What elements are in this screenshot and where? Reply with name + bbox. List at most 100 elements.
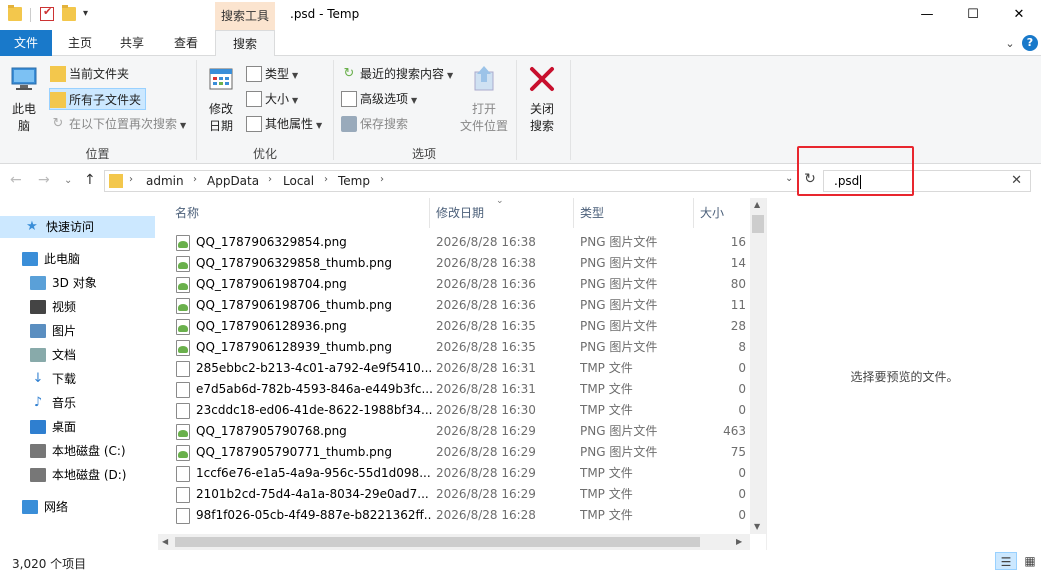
ribbon-collapse-chevron-icon[interactable]: ⌄ — [1003, 37, 1017, 51]
tab-file[interactable]: 文件 — [0, 30, 52, 56]
this-pc-button[interactable]: 此电 脑 — [8, 64, 40, 135]
large-icons-view-icon[interactable]: ▦ — [1019, 552, 1041, 570]
advanced-options-button[interactable]: 高级选项 ▼ — [341, 88, 417, 110]
date-modified-label: 修改 日期 — [208, 102, 233, 133]
clear-search-icon[interactable]: ✕ — [1011, 173, 1022, 188]
file-row[interactable]: QQ_1787906198706_thumb.png 2026/8/28 16:3… — [158, 295, 748, 316]
nav-item[interactable]: ♪ 音乐 — [0, 392, 155, 414]
scroll-up-arrow-icon[interactable]: ▲ — [754, 200, 760, 209]
file-row[interactable]: QQ_1787906128936.png 2026/8/28 16:35 PNG 图… — [158, 316, 748, 337]
recent-searches-button[interactable]: ↻ 最近的搜索内容 ▼ — [341, 63, 454, 85]
file-name: QQ_1787905790768.png — [196, 424, 347, 438]
file-size: 0 — [738, 403, 746, 417]
file-date: 2026/8/28 16:30 — [436, 403, 536, 417]
close-search-button[interactable]: 关闭 搜索 — [522, 64, 562, 135]
address-dropdown-chevron-icon[interactable]: ⌄ — [785, 173, 793, 184]
breadcrumb-admin[interactable]: admin — [146, 174, 184, 188]
advanced-options-label: 高级选项 — [360, 92, 409, 106]
nav-item[interactable]: 本地磁盘 (D:) — [0, 464, 155, 486]
horizontal-scroll-thumb[interactable] — [175, 537, 700, 547]
file-row[interactable]: e7d5ab6d-782b-4593-846a-e449b3fc... 2026/… — [158, 379, 748, 400]
breadcrumb-temp[interactable]: Temp — [338, 174, 370, 188]
search-again-in-button[interactable]: ↻ 在以下位置再次搜索 ▼ — [50, 113, 187, 135]
vertical-scrollbar[interactable]: ▲ ▼ — [750, 198, 766, 534]
forward-arrow-icon[interactable]: → — [38, 172, 50, 188]
column-header-name[interactable]: 名称 — [175, 198, 199, 228]
refresh-icon[interactable]: ↻ — [800, 171, 820, 191]
file-row[interactable]: 1ccf6e76-e1a5-4a9a-956c-55d1d098... 2026/… — [158, 463, 748, 484]
breadcrumb-appdata[interactable]: AppData — [207, 174, 259, 188]
size-dropdown-icon: ▼ — [292, 96, 299, 105]
search-again-icon: ↻ — [52, 115, 64, 131]
date-modified-button[interactable]: 修改 日期 — [202, 64, 240, 135]
back-arrow-icon[interactable]: ← — [10, 172, 22, 188]
vertical-scroll-thumb[interactable] — [752, 215, 764, 233]
tab-share[interactable]: 共享 — [110, 30, 154, 56]
file-row[interactable]: 2101b2cd-75d4-4a1a-8034-29e0ad7... 2026/8… — [158, 484, 748, 505]
file-row[interactable]: QQ_1787906198704.png 2026/8/28 16:36 PNG 图… — [158, 274, 748, 295]
nav-item[interactable]: 本地磁盘 (C:) — [0, 440, 155, 462]
advanced-options-dropdown-icon: ▼ — [411, 96, 418, 105]
up-arrow-icon[interactable]: ↑ — [84, 172, 96, 188]
nav-item[interactable]: 此电脑 — [0, 248, 155, 270]
recent-locations-chevron-icon[interactable]: ⌄ — [64, 175, 72, 186]
kind-button[interactable]: 类型 ▼ — [246, 63, 298, 85]
file-row[interactable]: QQ_1787906128939_thumb.png 2026/8/28 16:3… — [158, 337, 748, 358]
tmp-file-icon — [176, 382, 190, 398]
maximize-button[interactable]: ☐ — [950, 0, 996, 30]
nav-item[interactable]: 网络 — [0, 496, 155, 518]
column-header-size[interactable]: 大小 — [700, 198, 724, 228]
file-row[interactable]: 23cddc18-ed06-41de-8622-1988bf34... 2026/… — [158, 400, 748, 421]
nav-item[interactable]: 3D 对象 — [0, 272, 155, 294]
address-bar[interactable]: › admin › AppData › Local › Temp › ⌄ — [104, 170, 798, 192]
tab-search[interactable]: 搜索 — [215, 30, 275, 57]
horizontal-scrollbar[interactable]: ◀ ▶ — [158, 534, 750, 550]
breadcrumb-separator: › — [193, 174, 197, 185]
file-row[interactable]: QQ_1787905790768.png 2026/8/28 16:29 PNG 图… — [158, 421, 748, 442]
nav-item[interactable]: ★ 快速访问 — [0, 216, 155, 238]
file-type: TMP 文件 — [580, 361, 633, 375]
file-row[interactable]: QQ_1787906329858_thumb.png 2026/8/28 16:3… — [158, 253, 748, 274]
other-properties-button[interactable]: 其他属性 ▼ — [246, 113, 322, 135]
nav-item[interactable]: ↓ 下载 — [0, 368, 155, 390]
drive-c-icon — [30, 443, 46, 458]
nav-item[interactable]: 图片 — [0, 320, 155, 342]
save-search-button[interactable]: 保存搜索 — [341, 113, 408, 135]
file-size: 14 — [730, 256, 746, 270]
help-icon[interactable]: ? — [1022, 35, 1038, 51]
properties-icon[interactable] — [40, 5, 54, 21]
current-folder-button[interactable]: 当前文件夹 — [50, 63, 129, 85]
scroll-right-arrow-icon[interactable]: ▶ — [736, 537, 742, 546]
open-file-location-button[interactable]: 打开 文件位置 — [458, 64, 510, 135]
column-header-date[interactable]: 修改日期 — [436, 198, 484, 228]
all-subfolders-button[interactable]: 所有子文件夹 — [49, 88, 147, 110]
minimize-button[interactable]: — — [904, 0, 950, 30]
file-size: 0 — [738, 508, 746, 522]
recent-searches-label: 最近的搜索内容 — [360, 67, 445, 81]
close-window-button[interactable]: ✕ — [996, 0, 1041, 30]
computer-icon — [22, 251, 38, 266]
file-size: 0 — [738, 361, 746, 375]
details-view-icon[interactable]: ☰ — [995, 552, 1017, 570]
nav-item-label: 下载 — [52, 372, 77, 386]
breadcrumb-local[interactable]: Local — [283, 174, 314, 188]
new-folder-icon[interactable] — [62, 5, 76, 21]
nav-item[interactable]: 视频 — [0, 296, 155, 318]
file-row[interactable]: QQ_1787906329854.png 2026/8/28 16:38 PNG 图… — [158, 232, 748, 253]
file-row[interactable]: 285ebbc2-b213-4c01-a792-4e9f5410... 2026/… — [158, 358, 748, 379]
column-header-type[interactable]: 类型 — [580, 198, 604, 228]
search-input[interactable]: .psd ✕ — [823, 170, 1031, 192]
tab-view[interactable]: 查看 — [164, 30, 208, 56]
file-type: TMP 文件 — [580, 508, 633, 522]
file-size: 11 — [730, 298, 746, 312]
nav-item[interactable]: 文档 — [0, 344, 155, 366]
file-row[interactable]: 98f1f026-05cb-4f49-887e-b8221362ff... 202… — [158, 505, 748, 526]
file-row[interactable]: QQ_1787905790771_thumb.png 2026/8/28 16:2… — [158, 442, 748, 463]
customize-quick-access-dropdown[interactable]: ▾ — [83, 8, 88, 19]
nav-item[interactable]: 桌面 — [0, 416, 155, 438]
size-button[interactable]: 大小 ▼ — [246, 88, 298, 110]
scroll-left-arrow-icon[interactable]: ◀ — [162, 537, 168, 546]
tab-home[interactable]: 主页 — [58, 30, 102, 56]
tmp-file-icon — [176, 508, 190, 524]
scroll-down-arrow-icon[interactable]: ▼ — [754, 522, 760, 531]
